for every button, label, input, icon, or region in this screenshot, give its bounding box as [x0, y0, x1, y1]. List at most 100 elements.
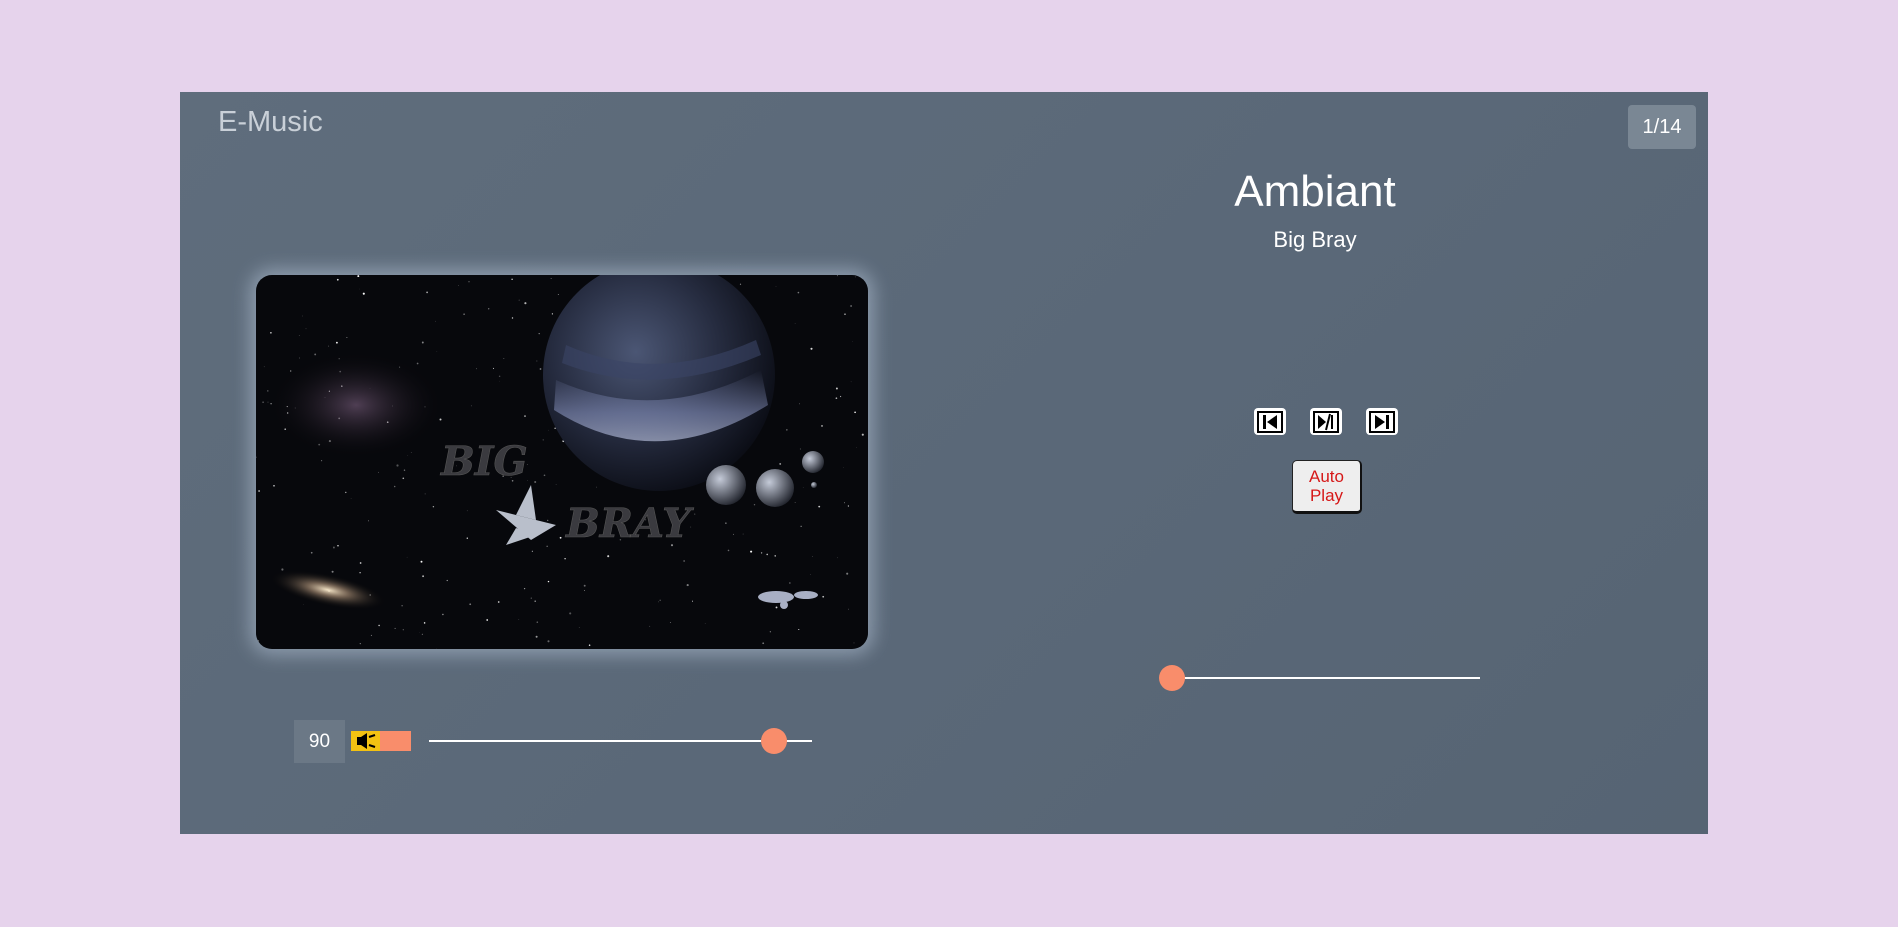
star: [403, 469, 406, 471]
star: [534, 480, 537, 484]
star: [518, 618, 520, 620]
star: [583, 584, 586, 587]
star: [424, 493, 426, 495]
star: [476, 368, 477, 370]
star: [844, 313, 846, 315]
star: [359, 571, 361, 574]
star: [281, 568, 284, 571]
mute-button[interactable]: [351, 731, 411, 751]
star: [331, 570, 334, 573]
star: [607, 555, 610, 558]
star: [524, 415, 526, 417]
star: [733, 533, 734, 535]
star: [848, 608, 849, 610]
star: [498, 375, 501, 378]
star: [359, 643, 361, 645]
star: [511, 278, 513, 281]
progress-slider[interactable]: [1159, 665, 1480, 691]
star: [359, 562, 362, 564]
star: [345, 491, 347, 494]
star: [794, 501, 796, 503]
track-counter: 1/14: [1628, 105, 1696, 149]
star: [422, 575, 425, 578]
star: [302, 315, 303, 317]
star: [686, 584, 689, 587]
star: [535, 635, 538, 638]
star: [760, 552, 763, 554]
star: [798, 628, 800, 631]
star: [659, 599, 661, 601]
next-button[interactable]: [1366, 408, 1398, 435]
play-pause-button[interactable]: [1310, 408, 1342, 435]
star: [493, 367, 494, 369]
star: [822, 595, 825, 598]
star: [818, 505, 821, 508]
progress-thumb[interactable]: [1159, 665, 1185, 691]
artist-name: Big Bray: [1273, 227, 1357, 252]
star: [362, 292, 365, 295]
star: [407, 455, 409, 456]
skip-previous-icon: [1257, 410, 1283, 433]
star: [523, 587, 526, 590]
star: [302, 604, 304, 605]
star: [402, 629, 404, 631]
star: [691, 600, 694, 602]
star: [314, 353, 317, 356]
star: [853, 642, 855, 644]
volume-track[interactable]: [429, 740, 812, 742]
progress-track[interactable]: [1172, 677, 1480, 679]
star: [420, 560, 423, 563]
star: [305, 328, 307, 330]
star: [774, 555, 776, 557]
star: [694, 513, 696, 515]
star: [794, 323, 796, 324]
star: [588, 644, 591, 646]
star: [727, 549, 730, 552]
star: [835, 397, 838, 400]
star: [725, 522, 727, 524]
star: [416, 362, 419, 365]
star: [836, 275, 838, 277]
star: [463, 313, 465, 316]
album-cover: BIG BRAY: [256, 275, 868, 649]
star: [531, 550, 533, 552]
star: [263, 366, 265, 368]
star: [583, 590, 585, 591]
star: [844, 502, 845, 504]
star: [402, 477, 405, 480]
star: [270, 331, 272, 334]
star: [328, 345, 330, 347]
star: [812, 556, 813, 558]
star: [536, 360, 538, 362]
star: [779, 462, 782, 465]
star: [337, 545, 339, 547]
star: [797, 291, 800, 294]
star: [799, 448, 801, 450]
star: [468, 281, 470, 283]
star: [378, 471, 379, 473]
star: [401, 605, 403, 607]
star: [564, 557, 566, 560]
star: [503, 357, 505, 360]
star: [421, 633, 423, 635]
star: [258, 490, 260, 492]
star: [769, 631, 771, 633]
autoplay-button[interactable]: Auto Play: [1292, 460, 1362, 514]
star: [458, 285, 459, 286]
star: [446, 579, 448, 582]
star: [547, 580, 550, 583]
star: [273, 484, 275, 487]
previous-button[interactable]: [1254, 408, 1286, 435]
volume-slider[interactable]: [429, 728, 812, 754]
app-title: E-Music: [218, 106, 323, 138]
star: [406, 556, 408, 558]
star: [321, 460, 323, 462]
star: [357, 275, 360, 278]
star: [578, 627, 580, 628]
star: [396, 464, 399, 467]
star: [835, 387, 838, 390]
star: [852, 341, 853, 342]
star: [393, 485, 396, 488]
star: [786, 429, 788, 431]
volume-thumb[interactable]: [760, 728, 787, 754]
